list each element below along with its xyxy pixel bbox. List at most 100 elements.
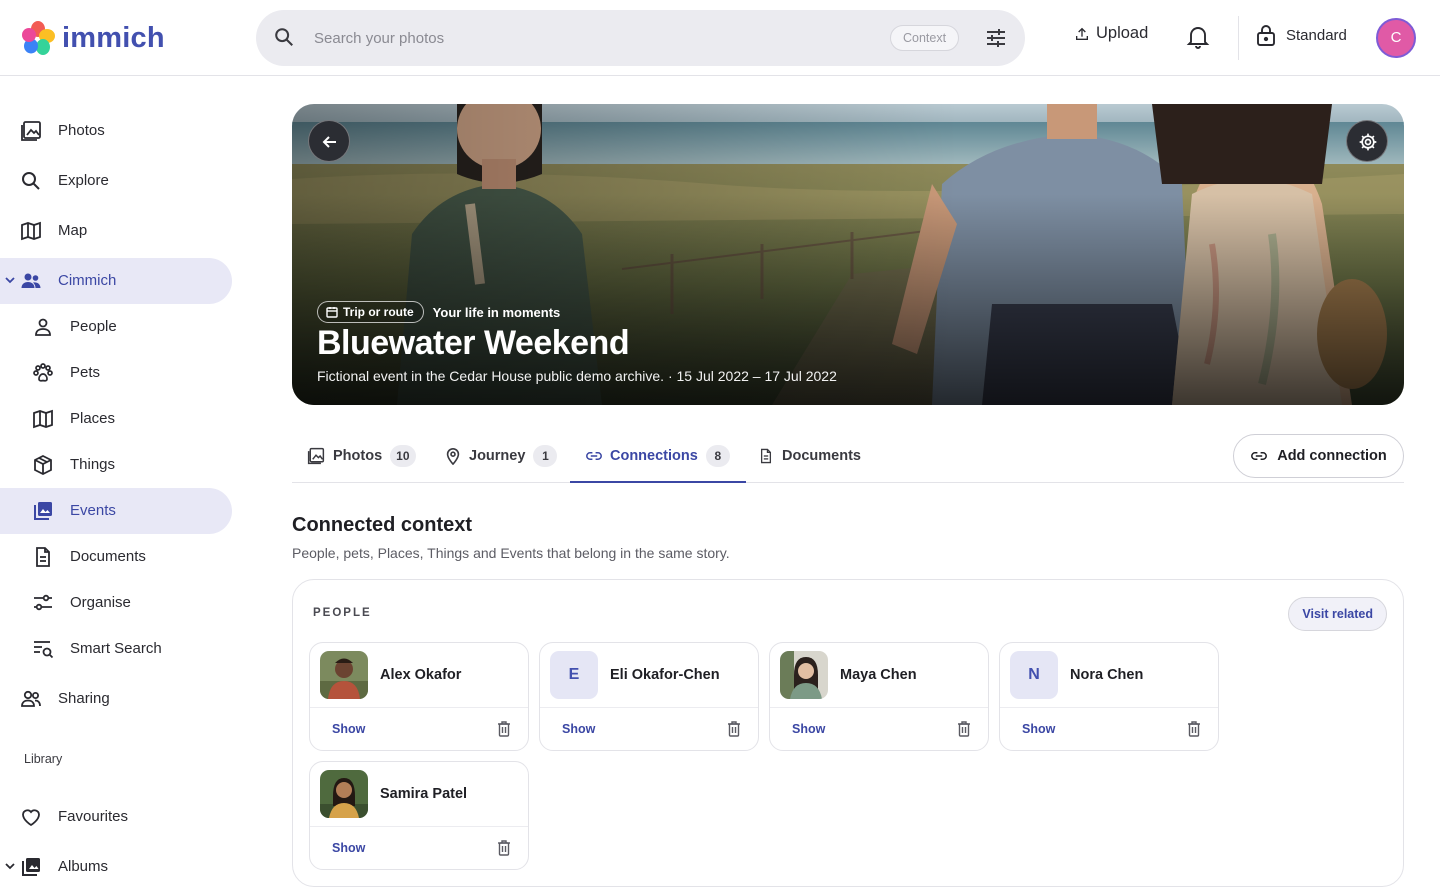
header-divider [1238,16,1239,60]
sidebar-item-favourites[interactable]: Favourites [0,794,232,840]
upload-button[interactable]: Upload [1074,24,1148,43]
trash-icon[interactable] [957,721,971,737]
section-description: People, pets, Places, Things and Events … [292,545,730,561]
list-search-icon [34,641,54,659]
sidebar-item-label: Pets [70,364,101,381]
share-people-icon [21,690,41,707]
tab-photos[interactable]: Photos 10 [307,430,416,482]
user-avatar[interactable]: C [1376,18,1416,58]
sidebar-item-label: Albums [58,858,109,875]
event-settings-button[interactable] [1346,120,1388,162]
sliders-icon [34,594,52,611]
show-button[interactable]: Show [1022,722,1055,736]
cube-icon [34,454,52,476]
sidebar-item-map[interactable]: Map [0,208,232,254]
person-card[interactable]: Alex Okafor Show [309,642,529,751]
app-logo[interactable]: immich [20,18,165,58]
calendar-icon [326,307,338,318]
lock-icon [1257,25,1275,46]
sidebar-item-places[interactable]: Places [0,396,232,442]
sidebar-item-things[interactable]: Things [0,442,232,488]
sidebar-item-explore[interactable]: Explore [0,158,232,204]
event-type-label: Trip or route [343,305,414,319]
sidebar-item-label: Photos [58,122,105,139]
search-icon[interactable] [273,26,295,48]
chevron-down-icon[interactable] [4,860,16,872]
show-button[interactable]: Show [332,722,365,736]
sidebar-item-label: Places [70,410,116,427]
filter-sliders-icon[interactable] [984,26,1008,50]
person-name: Samira Patel [380,786,468,802]
sidebar-item-events[interactable]: Events [0,488,232,534]
trash-icon[interactable] [1187,721,1201,737]
account-mode-button[interactable]: Standard [1256,24,1347,46]
paw-icon [33,363,53,382]
tab-label: Connections [610,448,698,464]
show-button[interactable]: Show [792,722,825,736]
map-icon [33,409,53,429]
image-stack-icon [34,502,52,520]
sidebar-item-smart-search[interactable]: Smart Search [0,626,232,672]
add-connection-label: Add connection [1277,448,1387,464]
show-button[interactable]: Show [332,841,365,855]
tab-journey[interactable]: Journey 1 [445,430,558,482]
upload-icon [1076,27,1088,40]
sidebar-item-label: Explore [58,172,109,189]
sidebar-item-label: Things [70,456,116,473]
account-mode-label: Standard [1286,26,1347,44]
bell-icon[interactable] [1186,24,1210,50]
back-button[interactable] [308,120,350,162]
immich-logo-icon [22,21,55,55]
person-photo [780,651,828,699]
section-title: Connected context [292,514,473,536]
sidebar-item-pets[interactable]: Pets [0,350,232,396]
trash-icon[interactable] [497,840,511,856]
gear-icon [1359,133,1377,151]
tab-label: Documents [782,448,861,464]
tab-documents[interactable]: Documents [758,430,861,482]
person-card[interactable]: E Eli Okafor-Chen Show [539,642,759,751]
people-section-label: PEOPLE [313,607,372,619]
person-photo [320,770,368,818]
sidebar: Photos Explore Map Cimmich People Pets P… [0,76,240,893]
library-section-label: Library [24,752,63,766]
event-hero-banner: Trip or route Your life in moments Bluew… [292,104,1404,405]
link-icon [586,452,602,460]
sidebar-item-albums[interactable]: Albums [0,844,232,890]
person-card-header: N Nora Chen [1000,643,1218,708]
search-bar: Context [256,10,1025,66]
person-card-header: Maya Chen [770,643,988,708]
tab-label: Photos [333,448,383,464]
tab-count-badge: 8 [705,445,730,467]
trash-icon[interactable] [727,721,741,737]
trash-icon[interactable] [497,721,511,737]
chevron-down-icon[interactable] [4,274,16,286]
show-button[interactable]: Show [562,722,595,736]
sidebar-item-cimmich[interactable]: Cimmich [0,258,232,304]
sidebar-item-photos[interactable]: Photos [0,108,232,154]
people-group-icon [21,273,41,288]
sidebar-item-documents[interactable]: Documents [0,534,232,580]
tab-connections[interactable]: Connections 8 [570,430,746,483]
sidebar-item-label: People [70,318,117,335]
sidebar-item-organise[interactable]: Organise [0,580,232,626]
app-name: immich [62,21,165,54]
add-connection-button[interactable]: Add connection [1233,434,1404,478]
search-icon [22,172,40,190]
person-card[interactable]: Samira Patel Show [309,761,529,870]
sidebar-item-label: Events [70,502,116,519]
person-name: Maya Chen [840,667,917,683]
context-chip[interactable]: Context [890,25,960,51]
upload-label: Upload [1096,24,1149,42]
event-type-chip: Trip or route [317,301,424,323]
sidebar-item-sharing[interactable]: Sharing [0,676,232,722]
heart-icon [22,809,40,827]
search-input[interactable] [314,20,874,56]
map-icon [21,221,41,241]
visit-related-button[interactable]: Visit related [1288,597,1387,631]
person-card[interactable]: N Nora Chen Show [999,642,1219,751]
sidebar-item-people[interactable]: People [0,304,232,350]
person-initial-avatar: N [1010,651,1058,699]
person-card[interactable]: Maya Chen Show [769,642,989,751]
location-pin-icon [446,448,460,465]
